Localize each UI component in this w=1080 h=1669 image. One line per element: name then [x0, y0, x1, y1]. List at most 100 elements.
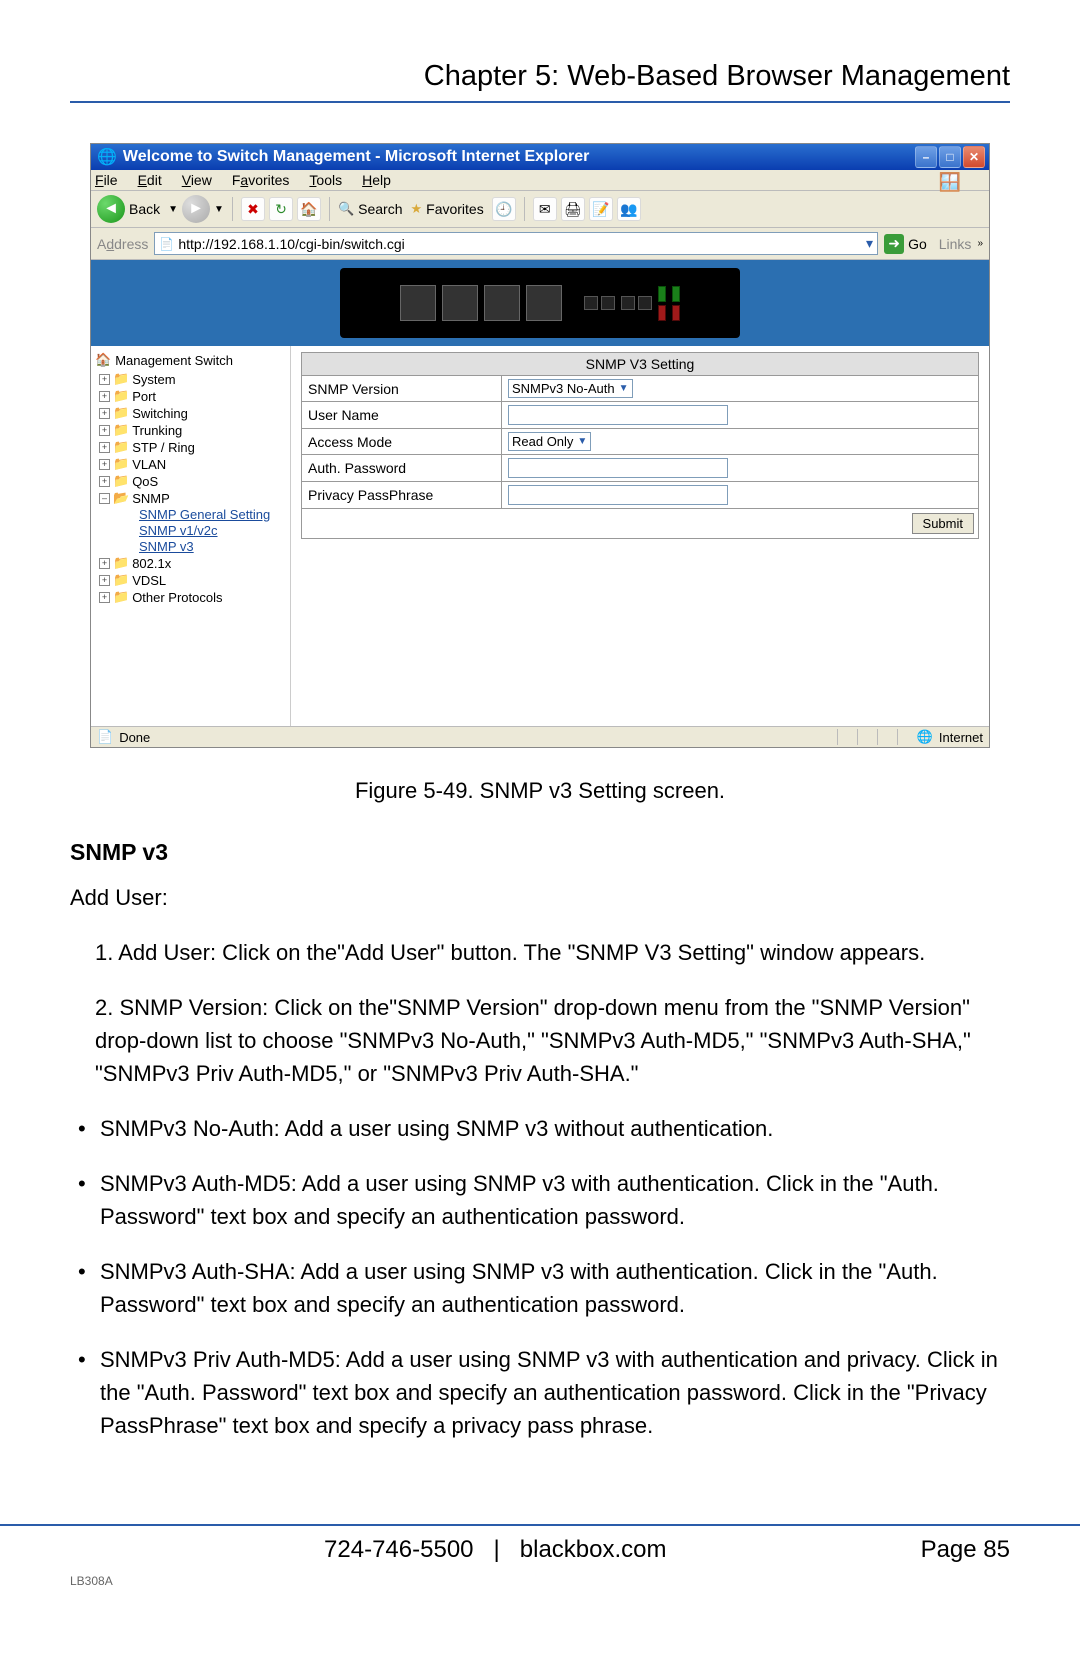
tree-root[interactable]: 🏠 Management Switch	[95, 352, 286, 368]
select-snmp-version[interactable]: SNMPv3 No-Auth▼	[508, 379, 633, 398]
section-heading: SNMP v3	[70, 839, 1010, 866]
page-icon: 📄	[159, 237, 174, 251]
favorites-star-icon[interactable]: ★	[410, 201, 422, 217]
edit-button[interactable]: 📝	[589, 197, 613, 221]
nav-tree: 🏠 Management Switch +📁System +📁Port +📁Sw…	[91, 346, 291, 726]
form-panel: SNMP V3 Setting SNMP Version SNMPv3 No-A…	[291, 346, 989, 726]
forward-dropdown-icon[interactable]: ▼	[214, 204, 224, 215]
menu-favorites[interactable]: Favorites	[232, 172, 290, 188]
device-image	[340, 268, 740, 338]
label-auth-password: Auth. Password	[302, 455, 502, 482]
home-button[interactable]: 🏠	[297, 197, 321, 221]
tree-qos[interactable]: +📁QoS	[95, 473, 286, 489]
tree-stp-ring[interactable]: +📁STP / Ring	[95, 439, 286, 455]
internet-icon: 🌐	[917, 729, 933, 745]
back-arrow-icon: ◄	[97, 195, 125, 223]
menu-view[interactable]: View	[182, 172, 212, 188]
tree-snmp-v3[interactable]: SNMP v3	[95, 539, 286, 554]
tree-trunking[interactable]: +📁Trunking	[95, 422, 286, 438]
tree-other-protocols[interactable]: +📁Other Protocols	[95, 589, 286, 605]
input-user-name[interactable]	[508, 405, 728, 425]
address-label: Address	[97, 236, 148, 252]
chevron-down-icon: ▼	[619, 383, 629, 394]
go-button[interactable]: ➜ Go	[884, 234, 927, 254]
footer-sep: |	[494, 1536, 500, 1563]
form-heading: SNMP V3 Setting	[302, 353, 979, 376]
ie-icon: 🌐	[97, 147, 117, 167]
label-access-mode: Access Mode	[302, 429, 502, 455]
tree-vlan[interactable]: +📁VLAN	[95, 456, 286, 472]
bullet-priv-md5: SNMPv3 Priv Auth-MD5: Add a user using S…	[70, 1343, 1010, 1442]
label-privacy-passphrase: Privacy PassPhrase	[302, 482, 502, 509]
search-icon[interactable]: 🔍	[338, 201, 354, 217]
bullet-md5: SNMPv3 Auth-MD5: Add a user using SNMP v…	[70, 1167, 1010, 1233]
status-text: Done	[119, 730, 150, 745]
device-banner	[91, 260, 989, 346]
browser-window: 🌐 Welcome to Switch Management - Microso…	[90, 143, 990, 748]
separator	[329, 197, 330, 221]
menu-edit[interactable]: Edit	[138, 172, 162, 188]
favorites-button[interactable]: Favorites	[426, 201, 484, 217]
address-dropdown-icon[interactable]: ▾	[866, 235, 873, 252]
tree-vdsl[interactable]: +📁VDSL	[95, 572, 286, 588]
step-2: 2. SNMP Version: Click on the"SNMP Versi…	[70, 991, 1010, 1090]
tree-system[interactable]: +📁System	[95, 371, 286, 387]
footer-phone: 724-746-5500	[324, 1536, 473, 1563]
chapter-title: Chapter 5: Web-Based Browser Management	[70, 60, 1010, 103]
address-bar: Address 📄 http://192.168.1.10/cgi-bin/sw…	[91, 228, 989, 260]
switch-icon: 🏠	[95, 352, 111, 368]
menubar: File Edit View Favorites Tools Help 🪟	[91, 170, 989, 191]
add-user-label: Add User:	[70, 881, 1010, 914]
toolbar: ◄ Back ▼ ► ▼ ✖ ↻ 🏠 🔍 Search ★ Favorites …	[91, 191, 989, 228]
separator	[524, 197, 525, 221]
stop-button[interactable]: ✖	[241, 197, 265, 221]
messenger-button[interactable]: 👥	[617, 197, 641, 221]
select-access-mode[interactable]: Read Only▼	[508, 432, 591, 451]
label-user-name: User Name	[302, 402, 502, 429]
bullet-sha: SNMPv3 Auth-SHA: Add a user using SNMP v…	[70, 1255, 1010, 1321]
tree-switching[interactable]: +📁Switching	[95, 405, 286, 421]
zone-text: Internet	[939, 730, 983, 745]
tree-snmp-general[interactable]: SNMP General Setting	[95, 507, 286, 522]
submit-button[interactable]: Submit	[912, 513, 974, 534]
history-button[interactable]: 🕘	[492, 197, 516, 221]
back-dropdown-icon[interactable]: ▼	[168, 204, 178, 215]
label-snmp-version: SNMP Version	[302, 376, 502, 402]
footer-site: blackbox.com	[520, 1536, 667, 1563]
bullet-noauth: SNMPv3 No-Auth: Add a user using SNMP v3…	[70, 1112, 1010, 1145]
print-button[interactable]: 🖨	[561, 197, 585, 221]
close-button[interactable]: ✕	[963, 146, 985, 168]
submit-row: Submit	[301, 509, 979, 539]
menu-tools[interactable]: Tools	[309, 172, 342, 188]
refresh-button[interactable]: ↻	[269, 197, 293, 221]
input-auth-password[interactable]	[508, 458, 728, 478]
back-button[interactable]: ◄ Back ▼	[97, 195, 178, 223]
menu-help[interactable]: Help	[362, 172, 391, 188]
mail-button[interactable]: ✉	[533, 197, 557, 221]
page-number: Page 85	[921, 1536, 1010, 1564]
tree-port[interactable]: +📁Port	[95, 388, 286, 404]
windows-flag-icon: 🪟	[939, 172, 961, 193]
minimize-button[interactable]: –	[915, 146, 937, 168]
step-1: 1. Add User: Click on the"Add User" butt…	[70, 936, 1010, 969]
tree-snmp-v1v2c[interactable]: SNMP v1/v2c	[95, 523, 286, 538]
forward-button[interactable]: ►	[182, 195, 210, 223]
address-url: http://192.168.1.10/cgi-bin/switch.cgi	[178, 236, 404, 252]
maximize-button[interactable]: □	[939, 146, 961, 168]
menu-file[interactable]: File	[95, 172, 118, 188]
tree-snmp[interactable]: –📂SNMP	[95, 490, 286, 506]
done-icon: 📄	[97, 729, 113, 745]
links-chevron-icon[interactable]: »	[977, 238, 983, 249]
input-privacy-passphrase[interactable]	[508, 485, 728, 505]
status-bar: 📄 Done 🌐 Internet	[91, 726, 989, 747]
chevron-down-icon: ▼	[577, 436, 587, 447]
figure-caption: Figure 5-49. SNMP v3 Setting screen.	[70, 778, 1010, 804]
links-label[interactable]: Links	[939, 236, 972, 252]
address-input[interactable]: 📄 http://192.168.1.10/cgi-bin/switch.cgi…	[154, 232, 878, 255]
search-button[interactable]: Search	[358, 201, 402, 217]
doc-code: LB308A	[0, 1574, 1080, 1608]
tree-8021x[interactable]: +📁802.1x	[95, 555, 286, 571]
go-arrow-icon: ➜	[884, 234, 904, 254]
window-title: Welcome to Switch Management - Microsoft…	[123, 148, 915, 166]
separator	[232, 197, 233, 221]
